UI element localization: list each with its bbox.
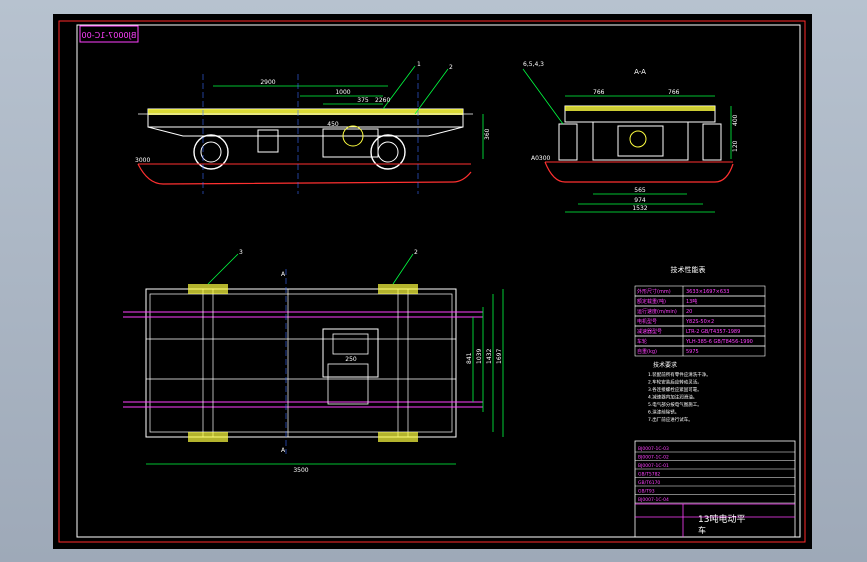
spec-row-label: 减速器型号 xyxy=(637,328,662,335)
dim-front-sub4: 450 xyxy=(327,121,339,128)
dim-front-height: 360 xyxy=(484,128,491,140)
part-row-code: BJ0007-1C-01 xyxy=(638,463,669,469)
dim-side-w1: 565 xyxy=(634,187,646,194)
note-line: 4.减速器内加注润滑油。 xyxy=(648,394,697,401)
dim-front-sub3: 2260 xyxy=(375,97,390,104)
part-row-code: GB/T93 xyxy=(638,489,655,495)
note-line: 3.各连接螺栓应紧固可靠。 xyxy=(648,386,702,393)
section-label: A-A xyxy=(634,68,646,76)
dim-front-sub2: 375 xyxy=(357,97,369,104)
dim-plan-h1: 841 xyxy=(466,352,473,364)
title-line1: 13吨电动平 xyxy=(698,513,745,525)
spec-row-label: 额定载重(吨) xyxy=(637,298,666,305)
part-row-code: BJ0007-1C-03 xyxy=(638,446,669,452)
section-mark-bottom: A xyxy=(281,447,286,454)
note-line: 1.装配前所有零件应清洗干净。 xyxy=(648,371,711,378)
dim-side-top-left: 766 xyxy=(593,89,605,96)
spec-row-value: LTR-2 GB/T4357-1989 xyxy=(686,329,740,335)
dim-plan-h4: 1697 xyxy=(496,349,503,364)
dim-plan-length: 3500 xyxy=(293,467,308,474)
parts-list: BJ0007-1C-03 BJ0007-1C-02 BJ0007-1C-01 GB/T… xyxy=(635,446,795,504)
cad-viewport: BJ0007-1C-00 2900 1000 375 2260 450 360 … xyxy=(0,0,867,562)
note-line: 7.出厂前应进行试车。 xyxy=(648,416,693,423)
spec-row-value: YLH-385-6 GB/T8456-1990 xyxy=(685,339,753,345)
notes-heading: 技术要求 xyxy=(653,361,677,369)
front-view xyxy=(137,65,484,194)
dim-side-ground: A0300 xyxy=(531,155,551,162)
balloon-1: 1 xyxy=(417,61,421,68)
part-row-code: GB/T6170 xyxy=(638,480,660,486)
balloon-2: 2 xyxy=(449,64,453,71)
dim-side-h2: 120 xyxy=(732,140,739,152)
spec-row-label: 电机型号 xyxy=(637,318,657,325)
spec-row-value: 5975 xyxy=(686,349,699,355)
spec-row-value: Y82S-50×2 xyxy=(685,319,714,325)
part-row-code: BJ0007-1C-04 xyxy=(638,497,669,503)
section-mark-top: A xyxy=(281,271,286,278)
dim-front-overall: 2900 xyxy=(260,79,275,86)
title-line2: 车 xyxy=(698,525,706,535)
side-balloons: 6,5,4,3 xyxy=(523,61,544,68)
spec-row-label: 车轮 xyxy=(637,338,647,345)
spec-row-label: 运行速度(m/min) xyxy=(637,308,677,315)
dim-side-height: 400 xyxy=(732,114,739,126)
spec-row-label: 自重(kg) xyxy=(637,348,657,355)
dim-plan-h3: 1432 xyxy=(486,349,493,364)
balloon-3: 3 xyxy=(239,249,243,256)
note-line: 2.车轮安装后应转动灵活。 xyxy=(648,379,702,386)
drawing-sheet[interactable]: BJ0007-1C-00 2900 1000 375 2260 450 360 … xyxy=(53,14,812,549)
plan-view xyxy=(123,253,504,465)
part-row-code: GB/T5782 xyxy=(638,472,660,478)
inner-frame xyxy=(76,24,801,538)
spec-row-value: 13吨 xyxy=(686,298,697,305)
spec-row-value: 20 xyxy=(686,309,692,315)
dim-side-top-right: 766 xyxy=(668,89,680,96)
drawing-code: BJ0007-1C-00 xyxy=(82,31,137,40)
note-line: 5.电气部分按电气图施工。 xyxy=(648,401,702,408)
note-line: 6.涂漆前除锈。 xyxy=(648,409,679,416)
spec-row-label: 外形尺寸(mm) xyxy=(637,288,671,295)
dim-plan-h2: 1039 xyxy=(476,349,483,364)
dim-front-sub1: 1000 xyxy=(335,89,350,96)
balloon-4: 2 xyxy=(414,249,418,256)
drawing-canvas[interactable]: BJ0007-1C-00 2900 1000 375 2260 450 360 … xyxy=(53,14,812,549)
notes: 1.装配前所有零件应清洗干净。2.车轮安装后应转动灵活。3.各连接螺栓应紧固可靠… xyxy=(648,371,711,423)
spec-table: 外形尺寸(mm) 3633×1697×633 额定载重(吨) 13吨运行速度(m/mi… xyxy=(634,285,766,357)
dim-side-w2: 974 xyxy=(634,197,646,204)
spec-heading: 技术性能表 xyxy=(671,265,706,274)
side-view xyxy=(522,68,734,213)
spec-row-value: 3633×1697×633 xyxy=(686,289,729,295)
dim-ground: 3000 xyxy=(135,157,150,164)
part-row-code: BJ0007-1C-02 xyxy=(638,455,669,461)
dim-side-w3: 1532 xyxy=(632,205,647,212)
dim-plan-inner: 250 xyxy=(345,356,357,363)
